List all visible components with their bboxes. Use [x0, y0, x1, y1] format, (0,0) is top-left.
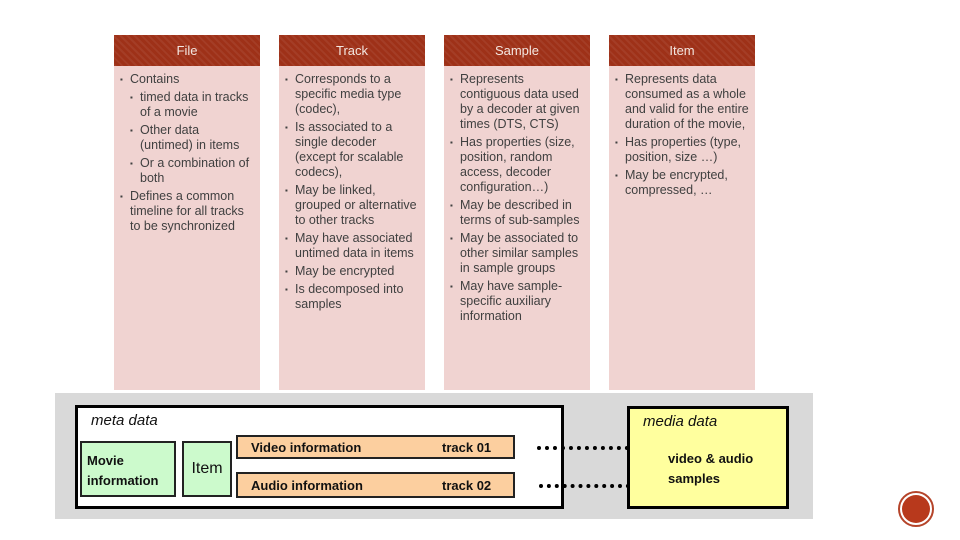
bullet-item: Represents data consumed as a whole and …: [615, 72, 749, 132]
column-header: Sample: [444, 35, 590, 66]
audio-information-box: Audio information track 02: [236, 472, 515, 498]
bullet-item: May be associated to other similar sampl…: [450, 231, 584, 276]
bullet-item: May be encrypted: [285, 264, 419, 279]
video-information-box: Video information track 01: [236, 435, 515, 459]
column-sample: Sample Represents contiguous data used by…: [444, 35, 590, 390]
media-data-box: media data video & audio samples: [627, 406, 789, 509]
audio-track-label: track 02: [442, 478, 492, 493]
bullet-item: May have associated untimed data in item…: [285, 231, 419, 261]
media-content-label: video & audio samples: [668, 451, 754, 486]
column-item: Item Represents data consumed as a whole …: [609, 35, 755, 390]
item-box: Item: [182, 441, 232, 497]
video-information-label: Video information: [251, 440, 362, 455]
bullet-item: Represents contiguous data used by a dec…: [450, 72, 584, 132]
bullet-item: timed data in tracks of a movie: [130, 90, 254, 120]
bullet-item: May be encrypted, compressed, …: [615, 168, 749, 198]
audio-arrow-line: [539, 484, 630, 488]
video-track-label: track 01: [442, 440, 492, 455]
bullet-item: Defines a common timeline for all tracks…: [120, 189, 254, 234]
column-body: Represents contiguous data used by a dec…: [444, 66, 590, 324]
bullet-item: Contains: [120, 72, 254, 87]
column-body: Corresponds to a specific media type (co…: [279, 66, 425, 312]
bullet-item: Is associated to a single decoder (excep…: [285, 120, 419, 180]
slide-logo-circle: [898, 491, 934, 527]
column-file: File Contains timed data in tracks of a mo…: [114, 35, 260, 390]
bullet-item: Corresponds to a specific media type (co…: [285, 72, 419, 117]
bullet-item: Is decomposed into samples: [285, 282, 419, 312]
column-track: Track Corresponds to a specific media typ…: [279, 35, 425, 390]
video-arrow-line: [537, 446, 629, 450]
meta-data-label: meta data: [91, 412, 158, 429]
bullet-item: Or a combination of both: [130, 156, 254, 186]
bullet-item: May have sample-specific auxiliary infor…: [450, 279, 584, 324]
media-data-label: media data: [643, 413, 718, 430]
audio-information-label: Audio information: [251, 478, 363, 493]
bullet-item: May be described in terms of sub-samples: [450, 198, 584, 228]
bullet-item: May be linked, grouped or alternative to…: [285, 183, 419, 228]
movie-information-box: Movie information: [80, 441, 176, 497]
bullet-item: Other data (untimed) in items: [130, 123, 254, 153]
column-header: Track: [279, 35, 425, 66]
column-header: File: [114, 35, 260, 66]
column-body: Containstimed data in tracks of a movieO…: [114, 66, 260, 234]
bullet-item: Has properties (type, position, size …): [615, 135, 749, 165]
column-header: Item: [609, 35, 755, 66]
bullet-item: Has properties (size, position, random a…: [450, 135, 584, 195]
column-body: Represents data consumed as a whole and …: [609, 66, 755, 198]
